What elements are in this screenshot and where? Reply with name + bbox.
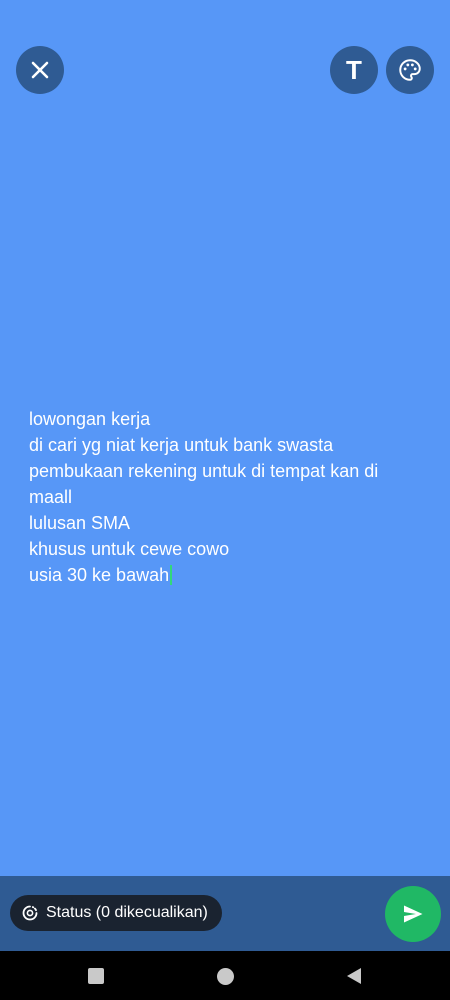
system-nav-bar [0, 951, 450, 1000]
palette-icon [399, 59, 421, 81]
composer-bottom-bar: Status (0 dikecualikan) [0, 876, 450, 951]
status-text-line: maall [29, 487, 73, 507]
close-button[interactable] [16, 46, 64, 94]
home-button[interactable] [212, 963, 238, 989]
status-ring-icon [22, 905, 38, 921]
status-text-line: pembukaan rekening untuk di tempat kan d… [29, 461, 379, 481]
send-icon [404, 905, 423, 923]
status-text-line: lulusan SMA [29, 513, 131, 533]
text-caret [170, 565, 173, 585]
close-icon [31, 61, 49, 79]
status-text-line: lowongan kerja [29, 409, 151, 429]
text-style-icon: T [346, 55, 362, 85]
recents-button[interactable] [83, 963, 109, 989]
status-composer-screen: T lowongan kerja di cari yg niat kerja u… [0, 0, 450, 1000]
back-icon [347, 968, 361, 984]
status-text-line: khusus untuk cewe cowo [29, 539, 230, 559]
home-icon [216, 967, 234, 985]
recents-icon [88, 968, 104, 984]
back-button[interactable] [341, 963, 367, 989]
status-text-line: usia 30 ke bawah [29, 565, 170, 585]
send-button[interactable] [385, 886, 441, 942]
background-color-button[interactable] [386, 46, 434, 94]
status-audience-label: Status (0 dikecualikan) [46, 904, 208, 921]
status-text-last-line: usia 30 ke bawah [29, 562, 421, 588]
status-audience-chip[interactable]: Status (0 dikecualikan) [10, 895, 222, 931]
status-text-input[interactable]: lowongan kerja di cari yg niat kerja unt… [29, 406, 421, 588]
status-text-line: di cari yg niat kerja untuk bank swasta [29, 435, 334, 455]
text-style-button[interactable]: T [330, 46, 378, 94]
